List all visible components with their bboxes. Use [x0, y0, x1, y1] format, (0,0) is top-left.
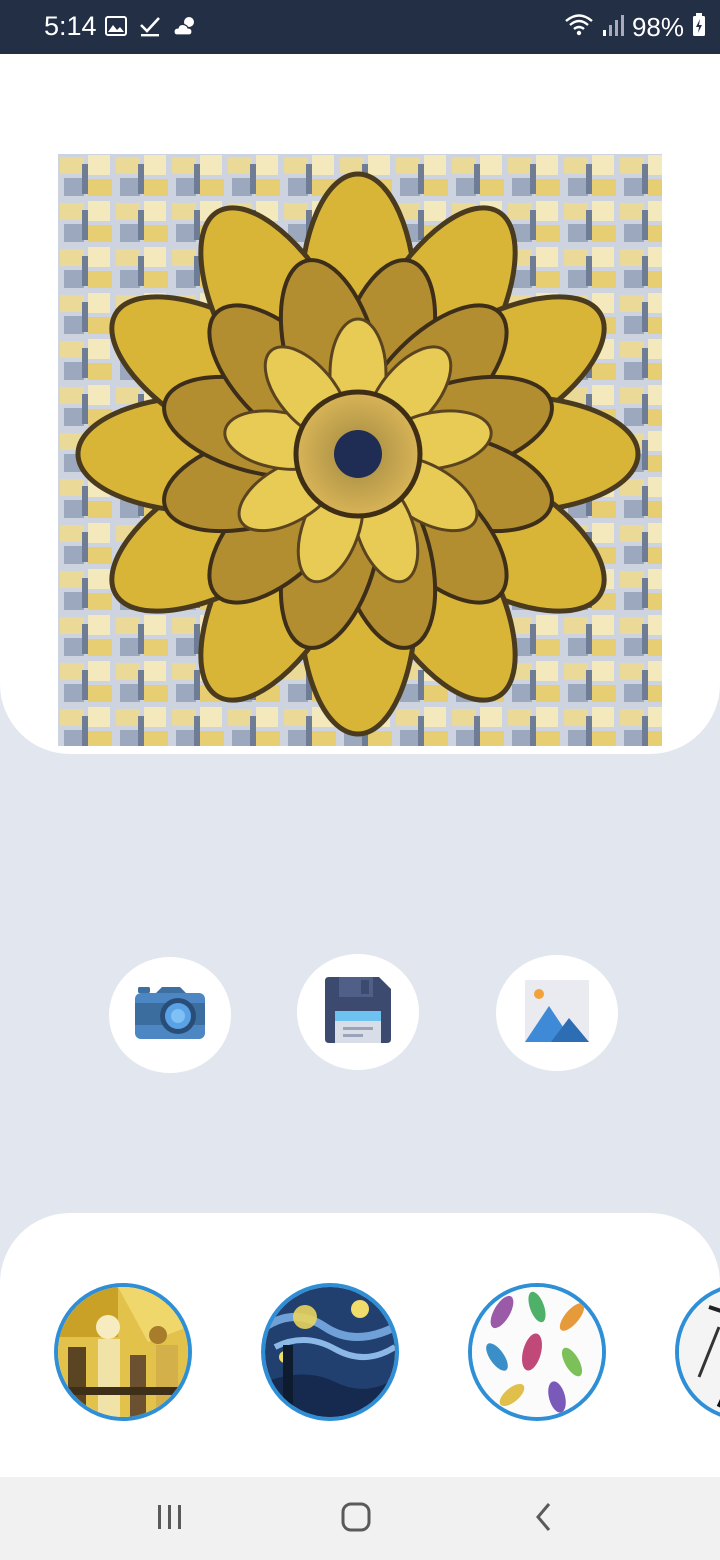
status-system-icons: 98%: [564, 12, 706, 43]
camera-button[interactable]: [109, 957, 231, 1073]
recent-apps-icon: [155, 1503, 185, 1536]
floppy-disk-icon: [325, 976, 391, 1048]
battery-charging-icon: [692, 13, 706, 42]
recent-apps-button[interactable]: [140, 1497, 200, 1541]
stylized-sunflower-image: [58, 154, 662, 746]
style-thumbnail-watercolor-feathers[interactable]: [468, 1283, 606, 1421]
camera-icon: [134, 985, 206, 1046]
battery-percent: 98%: [631, 12, 684, 42]
wifi-icon: [564, 12, 594, 43]
style-thumbnail-sketch[interactable]: [675, 1283, 720, 1421]
style-thumbnail-cubist[interactable]: [54, 1283, 192, 1421]
check-icon: [138, 14, 162, 43]
image-icon: [104, 14, 128, 43]
status-time: 5:14: [44, 11, 97, 41]
signal-icon: [602, 13, 624, 42]
gallery-button[interactable]: [496, 955, 618, 1071]
navigation-bar: [0, 1477, 720, 1560]
image-card: [0, 54, 720, 754]
style-thumbnail-starry-night[interactable]: [261, 1283, 399, 1421]
back-button[interactable]: [514, 1497, 574, 1541]
home-button[interactable]: [326, 1497, 386, 1541]
save-button[interactable]: [297, 954, 419, 1070]
back-icon: [533, 1501, 555, 1538]
status-notification-icons: [104, 14, 200, 43]
image-gallery-icon: [525, 979, 589, 1047]
weather-cloud-sun-icon: [172, 14, 200, 43]
home-icon: [340, 1501, 372, 1538]
status-bar: 5:14 98%: [0, 0, 720, 54]
style-selector-panel: [0, 1213, 720, 1477]
